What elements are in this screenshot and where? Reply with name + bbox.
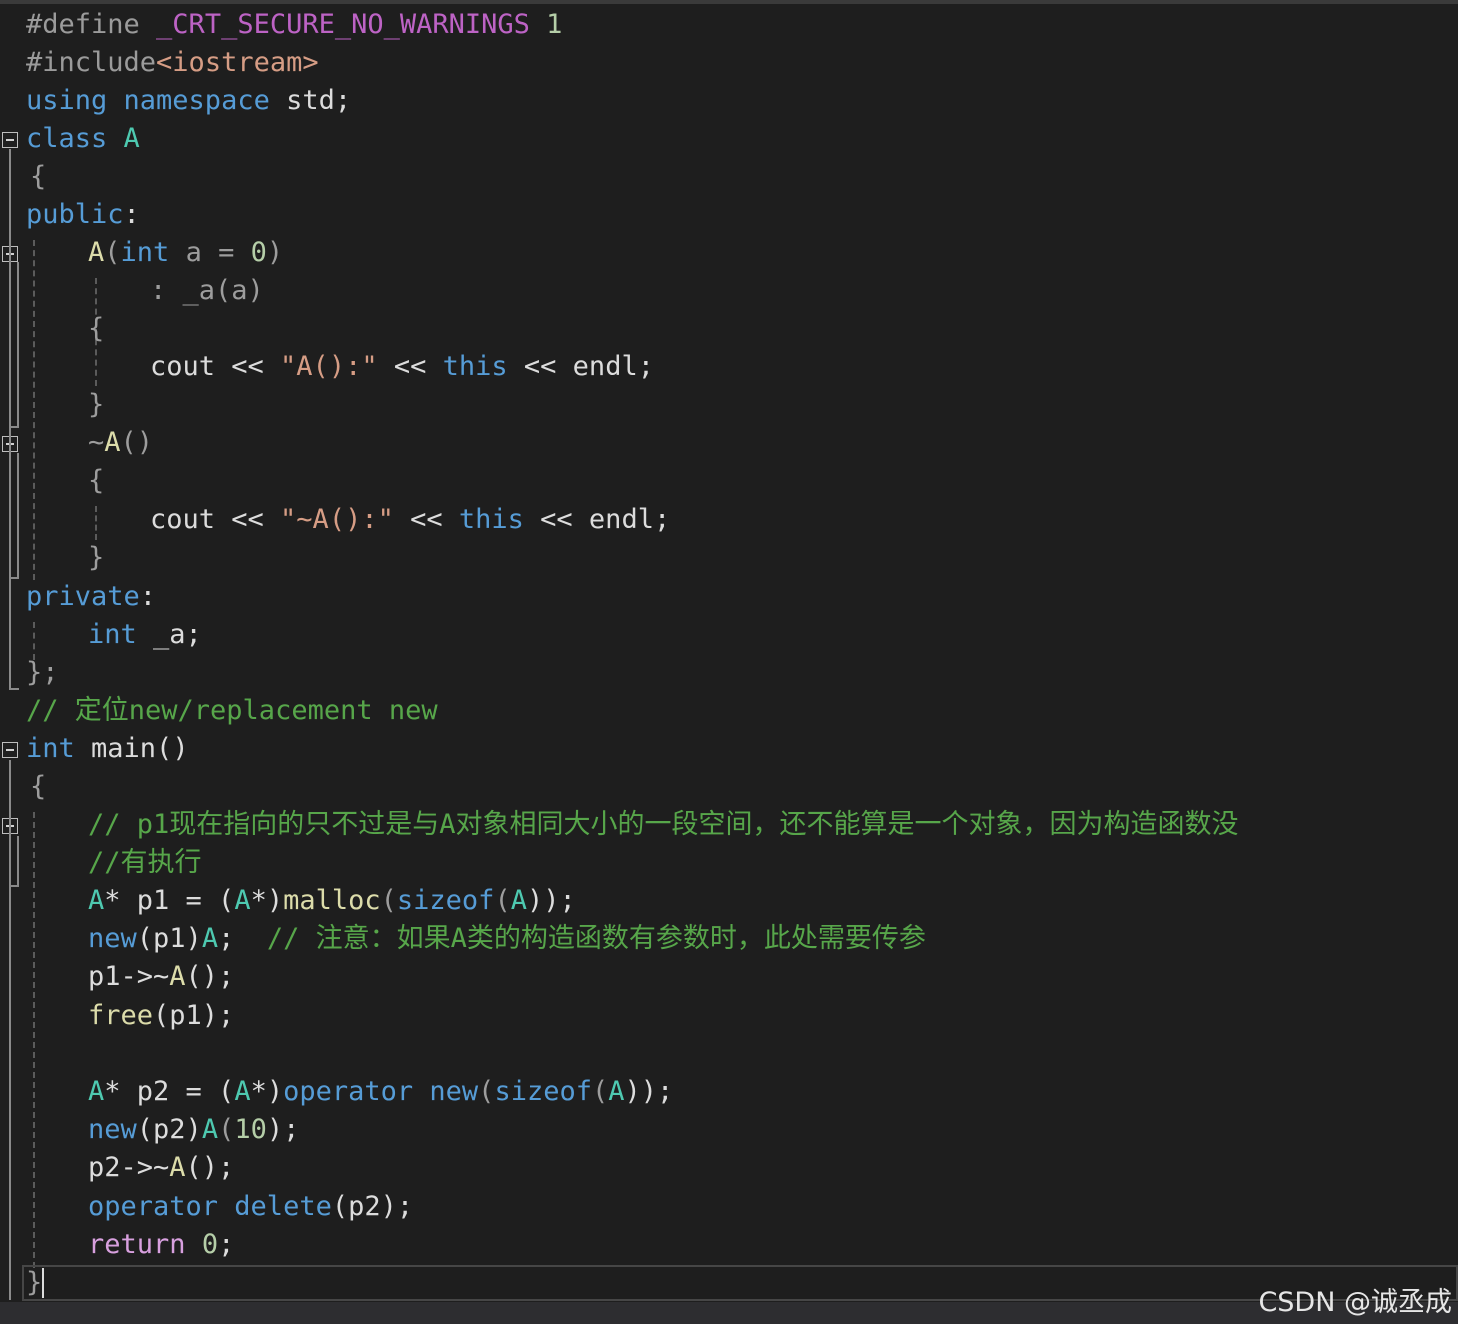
code-line-3: using namespace std;: [26, 85, 352, 116]
code-line-12: ~A(): [88, 427, 154, 458]
code-line-21: {: [30, 771, 47, 802]
indent-guide: [95, 506, 97, 540]
code-line-19: // 定位new/replacement new: [26, 695, 438, 726]
status-bar: [0, 1302, 1458, 1324]
code-line-29: A* p2 = (A*)operator new(sizeof(A));: [88, 1076, 674, 1107]
indent-guide: [33, 812, 35, 1268]
fold-range-end: [9, 577, 19, 579]
fold-range-line: [9, 149, 11, 689]
code-line-15: }: [88, 542, 105, 573]
fold-toggle-icon[interactable]: [2, 742, 18, 758]
code-line-25: new(p1)A; // 注意：如果A类的构造函数有参数时，此处需要传参: [88, 923, 926, 954]
code-line-32: operator delete(p2);: [88, 1191, 414, 1222]
indent-guide: [33, 240, 35, 580]
code-line-31: p2->~A();: [88, 1152, 235, 1183]
current-line-highlight: [22, 1265, 1458, 1301]
code-line-9: {: [88, 313, 105, 344]
code-line-18: };: [26, 657, 59, 688]
code-line-22: // p1现在指向的只不过是与A对象相同大小的一段空间，还不能算是一个对象，因为…: [88, 809, 1239, 840]
code-line-6: public:: [26, 199, 140, 230]
fold-range-line: [9, 760, 11, 1300]
code-line-17: int _a;: [88, 619, 202, 650]
code-line-27: free(p1);: [88, 1000, 235, 1031]
code-line-13: {: [88, 465, 105, 496]
code-line-23: //有执行: [88, 847, 202, 878]
code-line-7: A(int a = 0): [88, 237, 284, 268]
fold-range-end: [9, 426, 19, 428]
fold-range-line: [17, 453, 19, 578]
code-line-30: new(p2)A(10);: [88, 1114, 300, 1145]
code-line-33: return 0;: [88, 1229, 235, 1260]
code-line-2: #include<iostream>: [26, 47, 319, 78]
fold-toggle-icon[interactable]: [2, 132, 18, 148]
fold-range-end: [9, 885, 19, 887]
code-line-8: : _a(a): [150, 275, 264, 306]
code-line-20: int main(): [26, 733, 189, 764]
code-line-14: cout << "~A():" << this << endl;: [150, 504, 671, 535]
code-line-1: #define _CRT_SECURE_NO_WARNINGS 1: [26, 9, 563, 40]
code-editor[interactable]: #define _CRT_SECURE_NO_WARNINGS 1 #inclu…: [0, 4, 1458, 1300]
code-line-4: class A: [26, 123, 140, 154]
code-line-34: }: [26, 1267, 43, 1298]
fold-range-line: [17, 836, 19, 886]
code-line-16: private:: [26, 581, 157, 612]
code-line-11: }: [88, 389, 105, 420]
code-line-24: A* p1 = (A*)malloc(sizeof(A));: [88, 885, 576, 916]
code-line-10: cout << "A():" << this << endl;: [150, 351, 654, 382]
watermark: CSDN @诚丞成: [1258, 1287, 1452, 1318]
code-line-5: {: [30, 161, 47, 192]
code-line-26: p1->~A();: [88, 961, 235, 992]
fold-range-line: [17, 262, 19, 427]
fold-range-end: [9, 688, 19, 690]
text-caret: [42, 1268, 44, 1298]
